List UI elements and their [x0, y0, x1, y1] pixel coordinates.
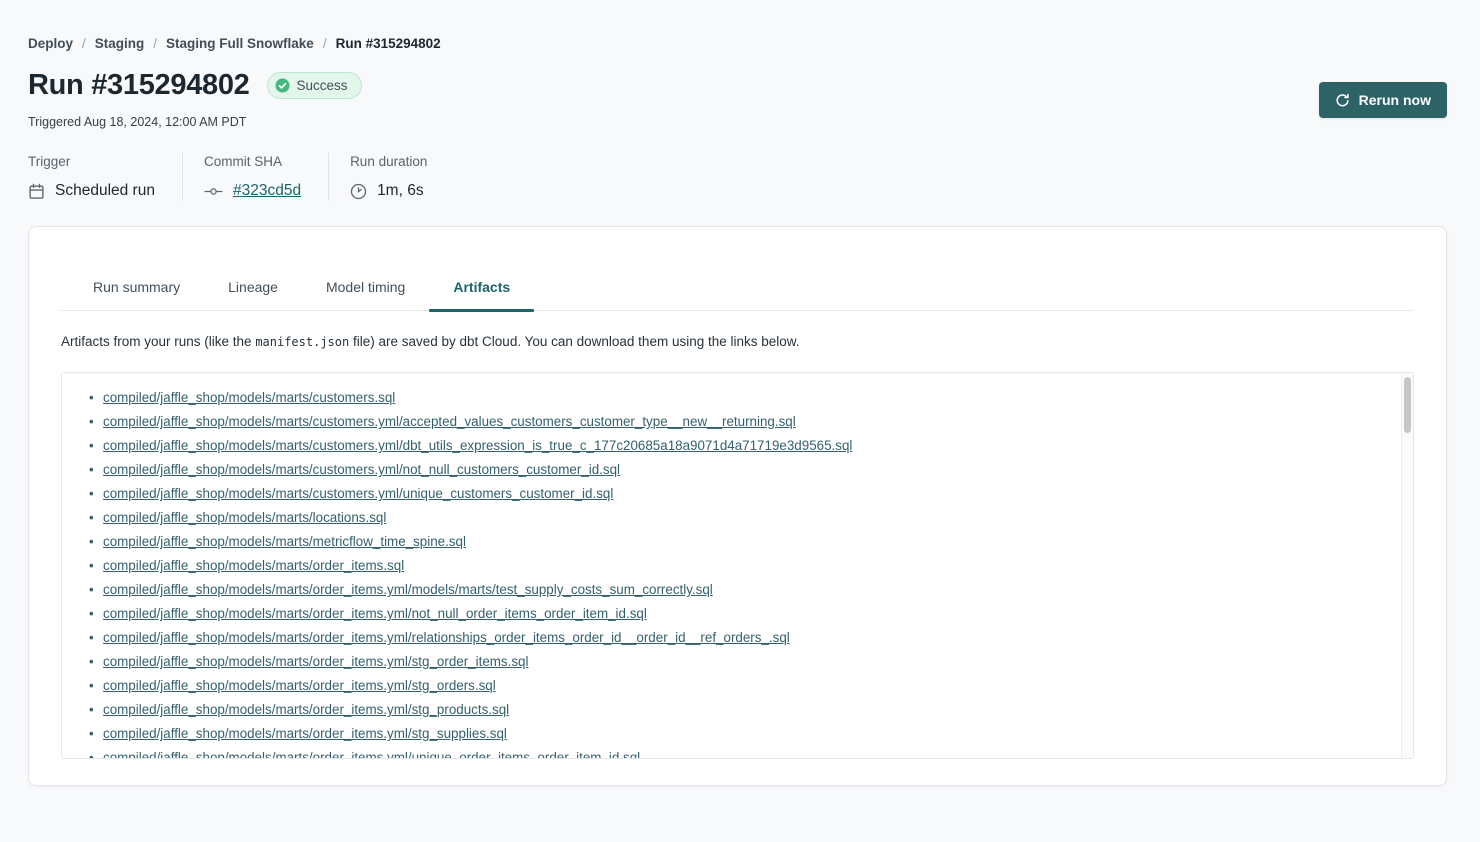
tab[interactable]: Lineage: [204, 278, 302, 310]
artifact-link[interactable]: compiled/jaffle_shop/models/marts/order_…: [103, 678, 496, 693]
rerun-now-button[interactable]: Rerun now: [1319, 82, 1447, 118]
run-duration-info: Run duration 1m, 6s: [328, 153, 454, 201]
trigger-info: Trigger Scheduled run: [28, 153, 182, 201]
breadcrumb-separator: /: [323, 36, 327, 51]
artifact-link[interactable]: compiled/jaffle_shop/models/marts/custom…: [103, 438, 852, 453]
artifact-link[interactable]: compiled/jaffle_shop/models/marts/order_…: [103, 654, 528, 669]
page-title: Run #315294802: [28, 68, 250, 102]
artifact-link-list: compiled/jaffle_shop/models/marts/custom…: [62, 386, 1413, 759]
status-label: Success: [297, 78, 348, 93]
artifacts-description: Artifacts from your runs (like the manif…: [61, 334, 1414, 349]
scrollbar-track[interactable]: [1401, 373, 1413, 758]
breadcrumb-link[interactable]: Run #315294802: [336, 36, 441, 51]
artifact-list-item: compiled/jaffle_shop/models/marts/order_…: [103, 650, 1393, 674]
artifact-link[interactable]: compiled/jaffle_shop/models/marts/custom…: [103, 486, 613, 501]
artifact-list-item: compiled/jaffle_shop/models/marts/order_…: [103, 698, 1393, 722]
run-duration-value: 1m, 6s: [377, 181, 424, 201]
calendar-icon: [28, 183, 45, 200]
clock-icon: [350, 183, 367, 200]
artifact-link[interactable]: compiled/jaffle_shop/models/marts/order_…: [103, 726, 507, 741]
breadcrumb-link[interactable]: Deploy: [28, 36, 73, 51]
artifacts-description-after: file) are saved by dbt Cloud. You can do…: [349, 334, 799, 349]
tab[interactable]: Model timing: [302, 278, 429, 310]
artifact-link[interactable]: compiled/jaffle_shop/models/marts/custom…: [103, 414, 796, 429]
artifact-list-item: compiled/jaffle_shop/models/marts/order_…: [103, 722, 1393, 746]
artifacts-description-before: Artifacts from your runs (like the: [61, 334, 255, 349]
page: Deploy / Staging / Staging Full Snowflak…: [28, 0, 1447, 786]
commit-icon: [204, 186, 223, 197]
rerun-now-label: Rerun now: [1359, 92, 1431, 108]
artifact-list-item: compiled/jaffle_shop/models/marts/order_…: [103, 554, 1393, 578]
artifact-link[interactable]: compiled/jaffle_shop/models/marts/order_…: [103, 702, 509, 717]
artifact-list-item: compiled/jaffle_shop/models/marts/custom…: [103, 482, 1393, 506]
run-duration-label: Run duration: [350, 153, 427, 170]
status-badge: Success: [267, 72, 362, 99]
refresh-icon: [1335, 93, 1350, 108]
tab[interactable]: Run summary: [69, 278, 204, 310]
artifact-link[interactable]: compiled/jaffle_shop/models/marts/locati…: [103, 510, 386, 525]
breadcrumb-link[interactable]: Staging Full Snowflake: [166, 36, 314, 51]
artifact-link[interactable]: compiled/jaffle_shop/models/marts/order_…: [103, 750, 640, 759]
scrollbar-thumb[interactable]: [1404, 377, 1411, 433]
artifact-list-item: compiled/jaffle_shop/models/marts/locati…: [103, 506, 1393, 530]
artifact-link[interactable]: compiled/jaffle_shop/models/marts/metric…: [103, 534, 466, 549]
tab-bar: Run summary Lineage Model timing Artifac…: [61, 278, 1414, 311]
breadcrumb: Deploy / Staging / Staging Full Snowflak…: [28, 36, 1447, 51]
title-row: Run #315294802 Success: [28, 68, 1447, 102]
trigger-value: Scheduled run: [55, 181, 155, 201]
triggered-timestamp: Triggered Aug 18, 2024, 12:00 AM PDT: [28, 115, 1447, 129]
artifact-link[interactable]: compiled/jaffle_shop/models/marts/custom…: [103, 390, 395, 405]
artifact-list-item: compiled/jaffle_shop/models/marts/order_…: [103, 626, 1393, 650]
artifact-list-item: compiled/jaffle_shop/models/marts/order_…: [103, 578, 1393, 602]
artifact-list-item: compiled/jaffle_shop/models/marts/custom…: [103, 458, 1393, 482]
artifact-link[interactable]: compiled/jaffle_shop/models/marts/custom…: [103, 462, 620, 477]
breadcrumb-item: Run #315294802 /: [336, 36, 441, 51]
success-check-icon: [275, 78, 290, 93]
artifact-list-item: compiled/jaffle_shop/models/marts/custom…: [103, 386, 1393, 410]
commit-sha-link[interactable]: #323cd5d: [233, 181, 301, 201]
manifest-json-code: manifest.json: [255, 335, 349, 349]
artifact-list-item: compiled/jaffle_shop/models/marts/custom…: [103, 434, 1393, 458]
artifact-link[interactable]: compiled/jaffle_shop/models/marts/order_…: [103, 630, 790, 645]
artifact-list-box[interactable]: compiled/jaffle_shop/models/marts/custom…: [61, 372, 1414, 759]
artifact-link[interactable]: compiled/jaffle_shop/models/marts/order_…: [103, 606, 647, 621]
artifact-list-item: compiled/jaffle_shop/models/marts/metric…: [103, 530, 1393, 554]
artifact-list-item: compiled/jaffle_shop/models/marts/custom…: [103, 410, 1393, 434]
run-info-row: Trigger Scheduled run Commit SHA #323cd5…: [28, 153, 1447, 201]
artifact-list-item: compiled/jaffle_shop/models/marts/order_…: [103, 674, 1393, 698]
breadcrumb-separator: /: [82, 36, 86, 51]
breadcrumb-item: Staging Full Snowflake /: [166, 36, 327, 51]
commit-sha-label: Commit SHA: [204, 153, 301, 170]
breadcrumb-separator: /: [153, 36, 157, 51]
artifact-list-item: compiled/jaffle_shop/models/marts/order_…: [103, 746, 1393, 759]
artifact-link[interactable]: compiled/jaffle_shop/models/marts/order_…: [103, 558, 404, 573]
artifact-list-item: compiled/jaffle_shop/models/marts/order_…: [103, 602, 1393, 626]
commit-sha-info: Commit SHA #323cd5d: [182, 153, 328, 201]
artifact-link[interactable]: compiled/jaffle_shop/models/marts/order_…: [103, 582, 713, 597]
run-detail-card: Run summary Lineage Model timing Artifac…: [28, 226, 1447, 786]
breadcrumb-link[interactable]: Staging: [95, 36, 145, 51]
breadcrumb-item: Deploy /: [28, 36, 86, 51]
trigger-label: Trigger: [28, 153, 155, 170]
tab[interactable]: Artifacts: [429, 278, 534, 310]
breadcrumb-item: Staging /: [95, 36, 157, 51]
